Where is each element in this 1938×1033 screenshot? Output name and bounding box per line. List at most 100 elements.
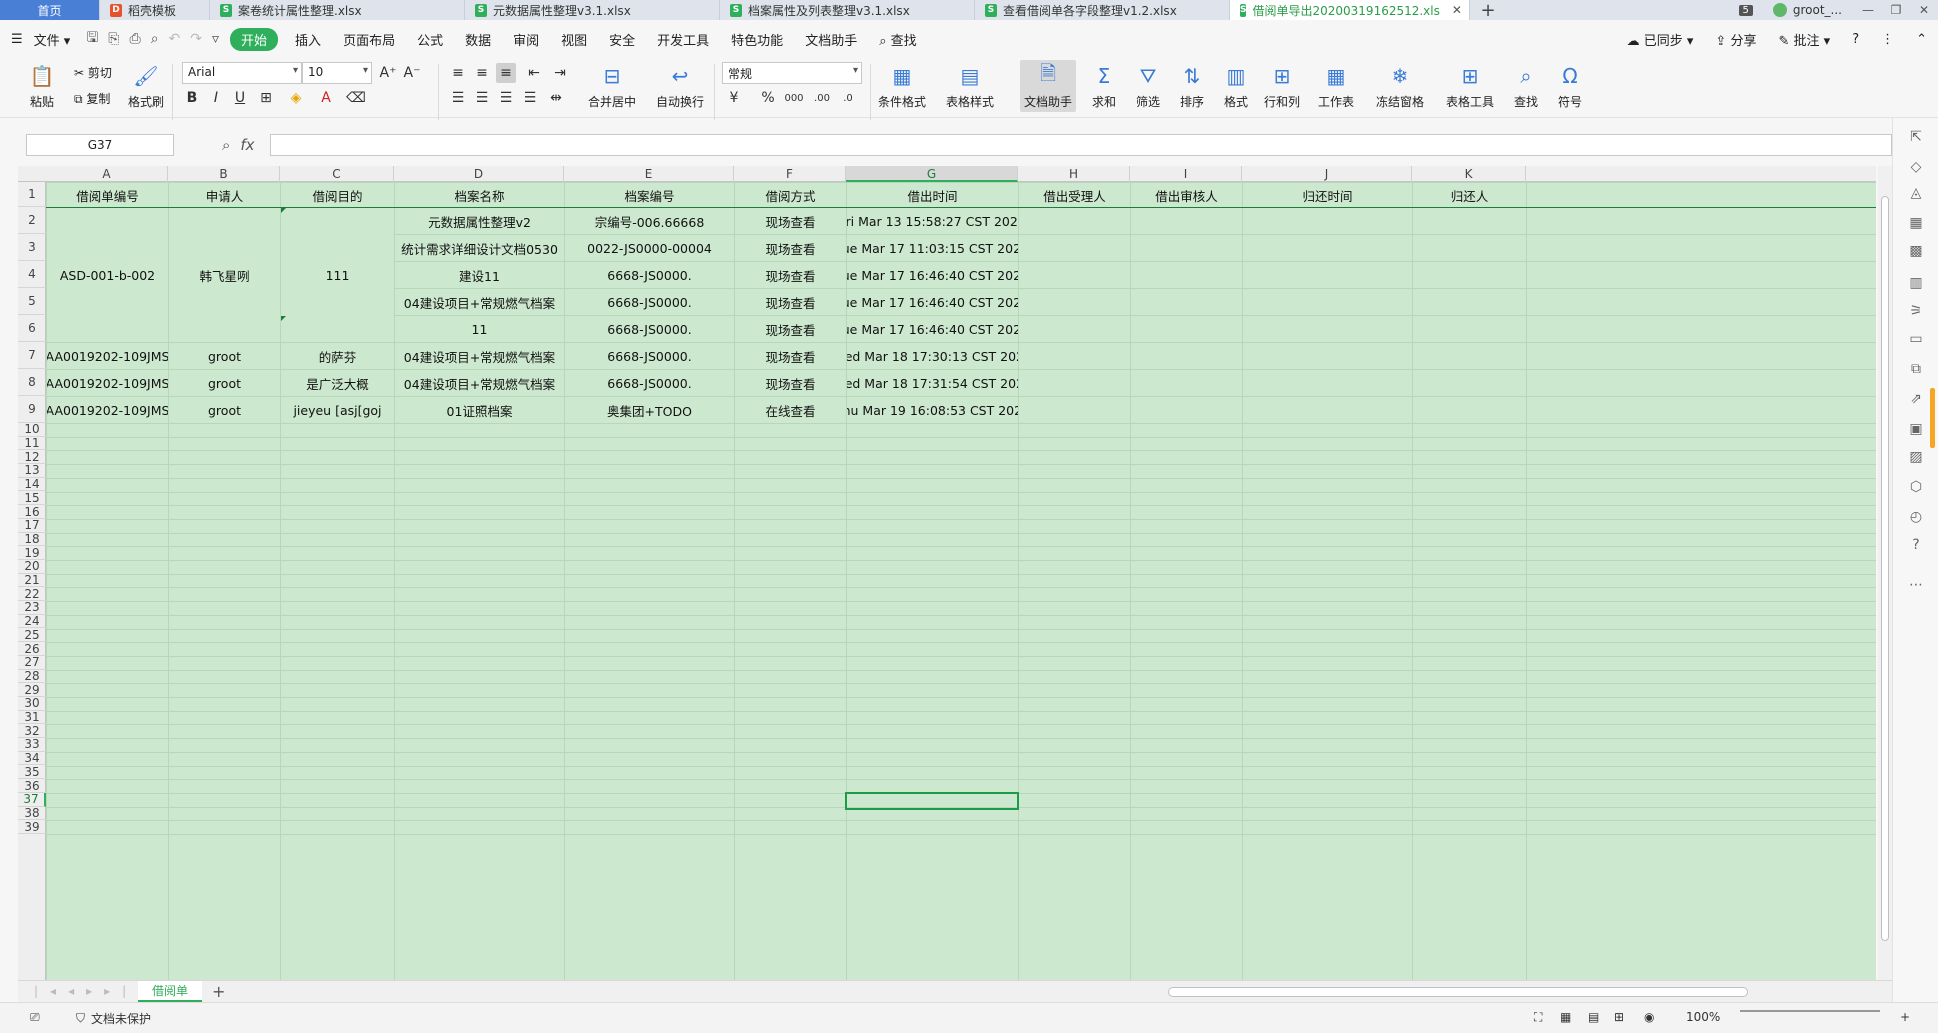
format-button[interactable]: ▥ 格式 xyxy=(1222,62,1250,110)
row-header-8[interactable]: 8 xyxy=(18,369,46,396)
menu-item-4[interactable]: 数据 xyxy=(454,30,502,49)
symbol-button[interactable]: Ω 符号 xyxy=(1556,62,1584,110)
cell-E5[interactable]: 6668-JS0000. xyxy=(565,289,734,315)
cell-F5[interactable]: 现场查看 xyxy=(735,289,846,315)
zoom-in-icon[interactable]: + xyxy=(1900,1010,1910,1024)
row-header-21[interactable]: 21 xyxy=(18,573,46,588)
preview-icon[interactable]: ⧉ xyxy=(1907,360,1925,378)
page-break-icon[interactable]: ⊞ xyxy=(1614,1010,1624,1024)
cell-D6[interactable]: 11 xyxy=(395,316,564,342)
align-top-icon[interactable]: ≡ xyxy=(448,63,468,83)
print-preview-icon[interactable]: ⌕ xyxy=(146,31,164,47)
row-header-31[interactable]: 31 xyxy=(18,710,46,725)
cell-G1[interactable]: 借出时间 xyxy=(847,183,1018,207)
thousands-icon[interactable]: 000 xyxy=(784,88,804,108)
cell-F1[interactable]: 借阅方式 xyxy=(735,183,846,207)
underline-icon[interactable]: U xyxy=(230,88,250,108)
cell-E4[interactable]: 6668-JS0000. xyxy=(565,262,734,288)
protection-status[interactable]: ⛉ 文档未保护 xyxy=(76,1010,151,1027)
cell-A1[interactable]: 借阅单编号 xyxy=(47,183,168,207)
column-header-C[interactable]: C xyxy=(280,166,394,182)
horizontal-scrollbar[interactable] xyxy=(1146,985,1876,999)
cell-K1[interactable]: 归还人 xyxy=(1413,183,1526,207)
wrap-text-button[interactable]: ↩ 自动换行 xyxy=(656,62,704,110)
normal-view-icon[interactable]: ▦ xyxy=(1560,1010,1571,1024)
cell-I1[interactable]: 借出审核人 xyxy=(1131,183,1242,207)
new-tab-icon[interactable]: + xyxy=(1470,0,1506,21)
add-sheet-icon[interactable]: + xyxy=(212,982,225,1001)
window-count-badge[interactable]: 5 xyxy=(1731,0,1761,20)
row-header-34[interactable]: 34 xyxy=(18,751,46,766)
row-header-14[interactable]: 14 xyxy=(18,477,46,492)
increase-font-icon[interactable]: A⁺ xyxy=(378,63,398,83)
row-header-32[interactable]: 32 xyxy=(18,724,46,739)
paste-button[interactable]: 📋 粘贴 xyxy=(28,62,56,110)
cell-J1[interactable]: 归还时间 xyxy=(1243,183,1412,207)
row-header-11[interactable]: 11 xyxy=(18,436,46,451)
cell-C2[interactable]: 111 xyxy=(281,208,394,342)
sort-button[interactable]: ⇅ 排序 xyxy=(1178,62,1206,110)
doc-helper-button[interactable]: 🗎 文档助手 xyxy=(1020,60,1077,112)
pivot-icon[interactable]: ⚞ xyxy=(1907,302,1925,320)
row-header-10[interactable]: 10 xyxy=(18,422,46,437)
cell-G8[interactable]: Wed Mar 18 17:31:54 CST 2020 xyxy=(847,370,1018,396)
cell-F3[interactable]: 现场查看 xyxy=(735,235,846,261)
row-header-25[interactable]: 25 xyxy=(18,628,46,643)
decrease-decimal-icon[interactable]: .0 xyxy=(838,88,858,108)
column-header-B[interactable]: B xyxy=(168,166,280,182)
cell-E1[interactable]: 档案编号 xyxy=(565,183,734,207)
row-header-15[interactable]: 15 xyxy=(18,491,46,506)
tab-6[interactable]: S 借阅单导出20200319162512.xls ✕ xyxy=(1230,0,1470,20)
cell-B1[interactable]: 申请人 xyxy=(169,183,280,207)
merge-center-button[interactable]: ⊟ 合并居中 xyxy=(588,62,636,110)
cell-E7[interactable]: 6668-JS0000. xyxy=(565,343,734,369)
row-header-38[interactable]: 38 xyxy=(18,806,46,821)
column-header-F[interactable]: F xyxy=(734,166,846,182)
increase-decimal-icon[interactable]: .00 xyxy=(812,88,832,108)
function-icon[interactable]: fx xyxy=(240,136,254,154)
zoom-level[interactable]: 100% xyxy=(1686,1010,1720,1024)
tab-4[interactable]: S 档案属性及列表整理v3.1.xlsx xyxy=(720,0,975,20)
row-header-2[interactable]: 2 xyxy=(18,207,46,234)
row-header-20[interactable]: 20 xyxy=(18,559,46,574)
row-header-27[interactable]: 27 xyxy=(18,655,46,670)
cell-B7[interactable]: groot xyxy=(169,343,280,369)
cell-F8[interactable]: 现场查看 xyxy=(735,370,846,396)
row-header-33[interactable]: 33 xyxy=(18,737,46,752)
cell-B9[interactable]: groot xyxy=(169,397,280,423)
justify-icon[interactable]: ☰ xyxy=(520,88,540,108)
menu-item-5[interactable]: 审阅 xyxy=(502,30,550,49)
menu-item-8[interactable]: 开发工具 xyxy=(646,30,720,49)
column-header-I[interactable]: I xyxy=(1130,166,1242,182)
column-header-G[interactable]: G xyxy=(846,166,1018,182)
sync-status[interactable]: ☁ 已同步 ▾ xyxy=(1616,30,1705,49)
sheet-nav-arrows[interactable]: |◂◂▸▸| xyxy=(34,984,138,998)
align-center-icon[interactable]: ☰ xyxy=(472,88,492,108)
close-tab-icon[interactable]: ✕ xyxy=(1440,3,1462,17)
tab-3[interactable]: S 元数据属性整理v3.1.xlsx xyxy=(465,0,720,20)
find-button[interactable]: ⌕ 查找 xyxy=(1512,62,1540,110)
row-header-22[interactable]: 22 xyxy=(18,587,46,602)
cell-G9[interactable]: Thu Mar 19 16:08:53 CST 2020 xyxy=(847,397,1018,423)
grid-icon[interactable]: ▩ xyxy=(1907,242,1925,260)
distribute-icon[interactable]: ⇹ xyxy=(546,88,566,108)
more-icon[interactable]: ⋯ xyxy=(1907,576,1925,594)
cell-E6[interactable]: 6668-JS0000. xyxy=(565,316,734,342)
row-header-1[interactable]: 1 xyxy=(18,182,46,207)
active-cell-selection[interactable] xyxy=(845,791,1019,810)
layers-icon[interactable]: ▭ xyxy=(1907,330,1925,348)
customize-quick-access-icon[interactable]: ▿ xyxy=(207,31,224,47)
row-header-18[interactable]: 18 xyxy=(18,532,46,547)
align-middle-icon[interactable]: ≡ xyxy=(472,63,492,83)
minimize-icon[interactable]: — xyxy=(1854,0,1882,20)
cell-E3[interactable]: 0022-JS0000-00004 xyxy=(565,235,734,261)
zoom-slider[interactable] xyxy=(1740,1010,1890,1012)
eye-protect-icon[interactable]: ◉ xyxy=(1644,1010,1654,1024)
row-header-24[interactable]: 24 xyxy=(18,614,46,629)
redo-icon[interactable]: ↷ xyxy=(185,31,207,47)
tab-0[interactable]: 首页 xyxy=(0,0,100,20)
number-format-select[interactable]: 常规 xyxy=(722,62,862,84)
align-bottom-icon[interactable]: ≡ xyxy=(496,63,516,83)
fill-color-icon[interactable]: ◈ xyxy=(286,88,306,108)
cell-C1[interactable]: 借阅目的 xyxy=(281,183,394,207)
